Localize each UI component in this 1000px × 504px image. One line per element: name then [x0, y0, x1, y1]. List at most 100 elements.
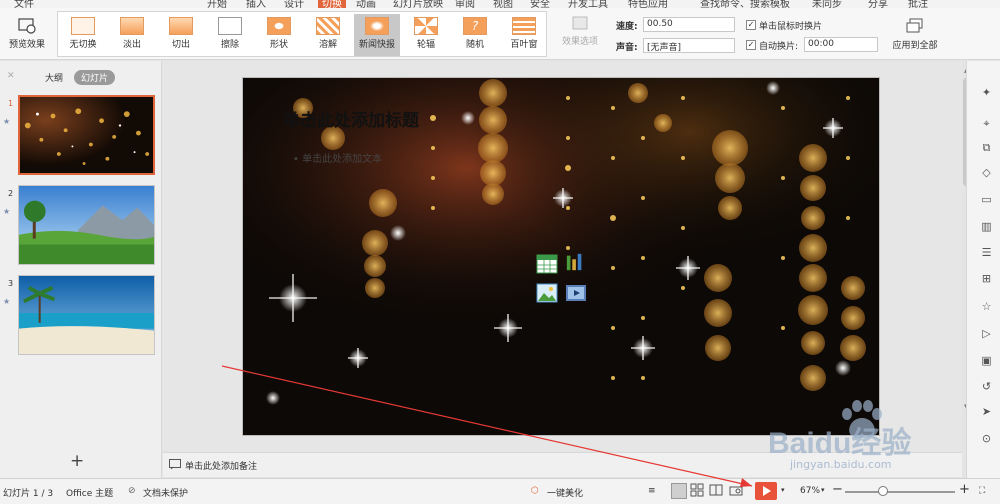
menu-slideshow[interactable]: 幻灯片放映: [393, 0, 443, 8]
navigation-icon[interactable]: ➤: [980, 406, 993, 418]
notes-pane[interactable]: 单击此处添加备注: [163, 452, 962, 477]
star-icon[interactable]: ☆: [980, 301, 993, 313]
slide-editor[interactable]: 单击此处添加标题 • 单击此处添加文本: [242, 77, 880, 436]
transition-none[interactable]: 无切换: [60, 14, 106, 56]
zoom-in-button[interactable]: +: [959, 482, 970, 497]
slide-counter: 幻灯片 1 / 3: [3, 489, 54, 499]
image-icon[interactable]: ▣: [980, 355, 993, 367]
play-icon[interactable]: ▷: [980, 328, 993, 340]
transition-shape[interactable]: 形状: [256, 14, 302, 56]
menu-home[interactable]: 开始: [207, 0, 227, 8]
zoom-level[interactable]: 67%: [800, 486, 820, 496]
fit-window-icon[interactable]: ⛶: [979, 486, 985, 496]
notes-toggle-icon[interactable]: ≡: [648, 486, 656, 496]
auto-switch-label: 自动换片:: [759, 42, 799, 52]
menu-security[interactable]: 安全: [530, 0, 550, 8]
zoom-slider-handle[interactable]: [878, 486, 888, 496]
transition-fade[interactable]: 淡出: [109, 14, 155, 56]
transition-dissolve-icon: [316, 17, 340, 35]
settings-icon[interactable]: ☰: [980, 247, 993, 259]
sorter-view-button[interactable]: [690, 483, 706, 499]
zoom-dropdown-icon[interactable]: ▾: [821, 486, 825, 494]
transition-shape-label: 形状: [269, 40, 288, 50]
slide-thumb-row[interactable]: 1 ★: [0, 95, 162, 177]
transition-cut-icon: [169, 17, 193, 35]
beautify-button[interactable]: 一键美化: [547, 486, 583, 499]
menu-view[interactable]: 视图: [493, 0, 513, 8]
status-bar: 幻灯片 1 / 3 Office 主题 ⊘ 文档未保护 ⬡ 一键美化 ≡ ▾ 6…: [0, 478, 1000, 504]
undo-icon[interactable]: ↺: [980, 381, 993, 393]
shape-icon[interactable]: ◇: [980, 167, 993, 179]
layout-icon[interactable]: ⊞: [980, 273, 993, 285]
share-button[interactable]: 分享: [868, 0, 888, 8]
transition-random[interactable]: ? 随机: [452, 14, 498, 56]
transition-cut[interactable]: 切出: [158, 14, 204, 56]
menu-review[interactable]: 审阅: [455, 0, 475, 8]
transition-blinds[interactable]: 百叶窗: [501, 14, 547, 56]
magic-icon[interactable]: ✦: [980, 87, 993, 99]
menu-animation[interactable]: 动画: [356, 0, 376, 8]
insert-video-icon[interactable]: [565, 283, 587, 303]
transition-star-icon: ★: [3, 207, 11, 216]
transition-wipe-label: 擦除: [220, 40, 239, 50]
transition-dissolve[interactable]: 溶解: [305, 14, 351, 56]
menu-insert[interactable]: 插入: [246, 0, 266, 8]
transition-wheel-label: 轮辐: [416, 40, 435, 50]
preview-button[interactable]: 预览效果: [2, 12, 52, 56]
transition-wheel[interactable]: 轮辐: [403, 14, 449, 56]
slide-thumb-row[interactable]: 2 ★: [0, 185, 162, 267]
preview-label: 预览效果: [8, 40, 45, 50]
insert-chart-icon[interactable]: [564, 252, 586, 272]
right-toolbar: ✦ ⌖ ⧉ ◇ ▭ ▥ ☰ ⊞ ☆ ▷ ▣ ↺ ➤ ⊙: [966, 61, 1000, 478]
slide-icon[interactable]: ▭: [980, 194, 993, 206]
menu-design[interactable]: 设计: [284, 0, 304, 8]
slide-thumbnail-landscape: [18, 185, 155, 265]
transition-gallery: 无切换 淡出 切出 擦除 形状 溶解 新闻快报 轮辐 ? 随机 百叶窗: [57, 11, 547, 57]
chart-icon[interactable]: ▥: [980, 221, 993, 233]
sound-select[interactable]: [无声音]: [643, 38, 735, 53]
insert-table-icon[interactable]: [536, 254, 558, 274]
apply-all-button[interactable]: 应用到全部: [888, 16, 942, 56]
transition-shape-icon: [267, 17, 291, 35]
copy-icon[interactable]: ⧉: [980, 142, 993, 154]
help-icon[interactable]: ⊙: [980, 433, 993, 445]
transition-wipe[interactable]: 擦除: [207, 14, 253, 56]
play-dropdown-icon[interactable]: ▾: [781, 486, 785, 494]
comment-button[interactable]: 批注: [908, 0, 928, 8]
transition-none-icon: [71, 17, 95, 35]
transition-newsflash-icon: [365, 17, 389, 35]
menu-transition[interactable]: 切换: [318, 0, 346, 8]
menu-devtools[interactable]: 开发工具: [568, 0, 608, 8]
menu-file[interactable]: 文件: [14, 0, 34, 8]
tab-outline[interactable]: 大纲: [38, 70, 70, 85]
auto-switch-time[interactable]: 00:00: [804, 37, 878, 52]
normal-view-button[interactable]: [671, 483, 687, 499]
tab-slides[interactable]: 幻灯片: [74, 70, 116, 85]
projector-icon: [729, 486, 743, 496]
transition-newsflash[interactable]: 新闻快报: [354, 14, 400, 56]
select-icon[interactable]: ⌖: [980, 118, 993, 130]
menu-features[interactable]: 特色应用: [628, 0, 668, 8]
search-box[interactable]: 查找命令、搜索模板: [700, 0, 790, 8]
zoom-out-button[interactable]: −: [832, 482, 843, 497]
play-slideshow-button[interactable]: [755, 482, 777, 500]
zoom-slider[interactable]: [845, 491, 955, 493]
speed-input[interactable]: 00.50: [643, 17, 735, 32]
slide-thumb-row[interactable]: 3 ★: [0, 275, 162, 357]
effect-options-button[interactable]: 效果选项: [555, 16, 605, 56]
transition-fade-label: 淡出: [122, 40, 141, 50]
protect-status[interactable]: 文档未保护: [143, 486, 188, 499]
transition-random-label: 随机: [465, 40, 484, 50]
pane-close-icon[interactable]: ✕: [0, 70, 22, 82]
slide-title-placeholder[interactable]: 单击此处添加标题: [283, 106, 419, 131]
slide-number: 2: [8, 189, 14, 198]
reading-view-button[interactable]: [709, 483, 725, 499]
projector-view-button[interactable]: [729, 483, 745, 499]
slide-body-placeholder[interactable]: • 单击此处添加文本: [293, 150, 382, 165]
apply-all-label: 应用到全部: [892, 41, 938, 51]
insert-picture-icon[interactable]: [536, 283, 558, 303]
sync-status[interactable]: 未同步: [812, 0, 842, 8]
click-switch-checkbox[interactable]: ✓: [746, 20, 756, 30]
auto-switch-checkbox[interactable]: ✓: [746, 40, 756, 50]
add-slide-button[interactable]: +: [70, 451, 84, 471]
